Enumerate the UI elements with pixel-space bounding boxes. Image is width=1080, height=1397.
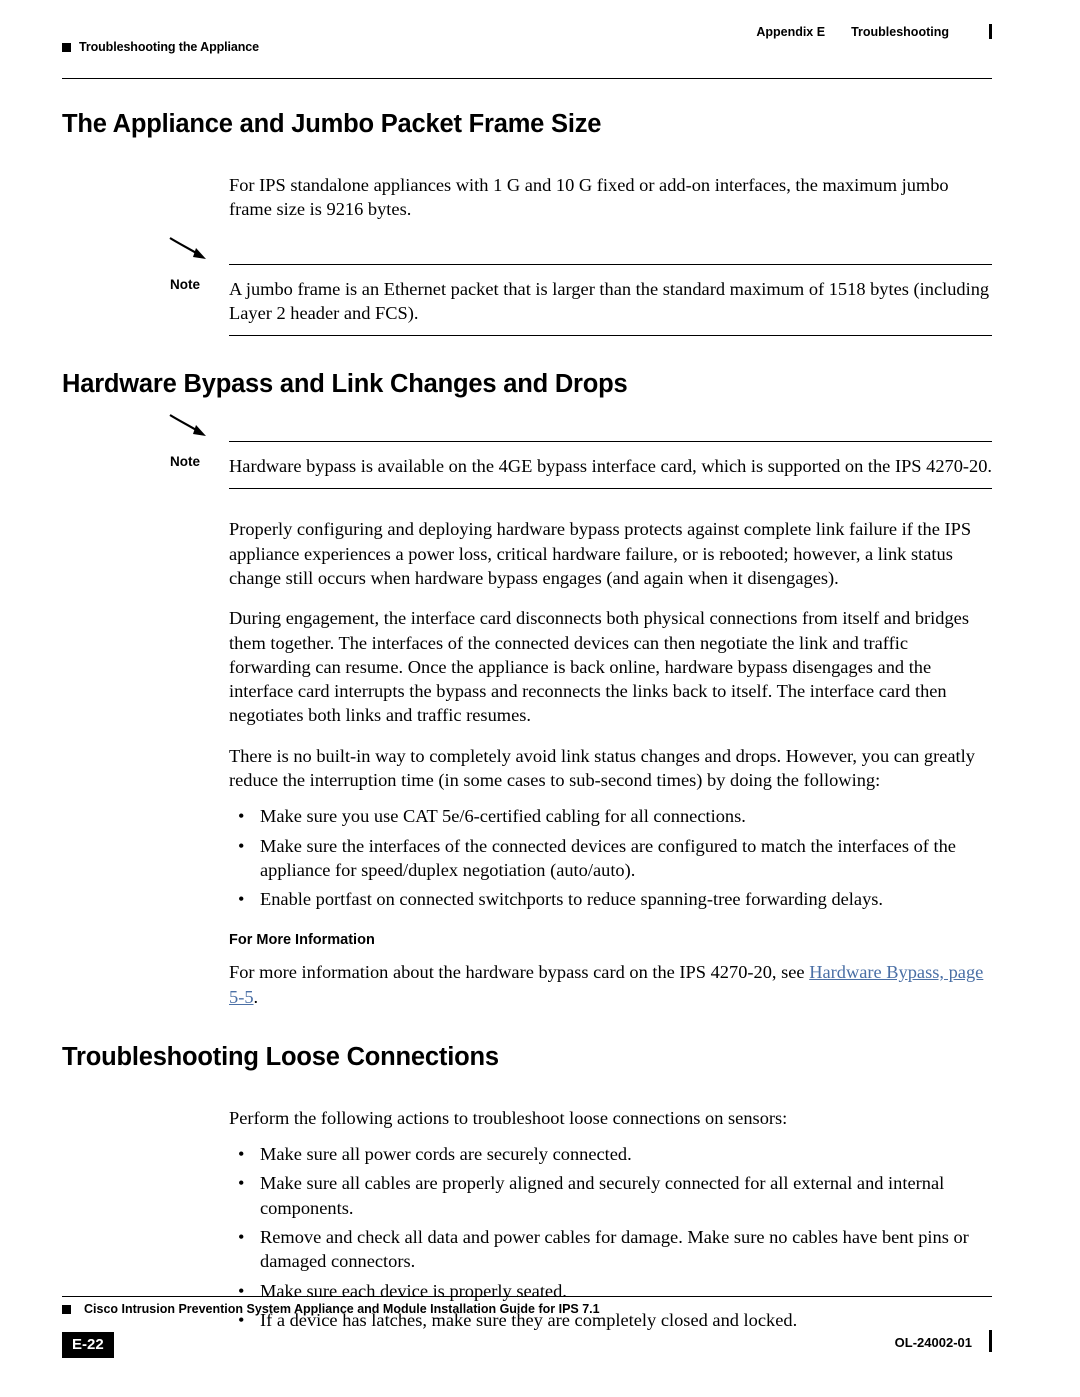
- list-item: • Make sure all power cords are securely…: [229, 1142, 992, 1166]
- note-text-hardware-bypass: Hardware bypass is available on the 4GE …: [229, 456, 993, 477]
- note-text-jumbo: A jumbo frame is an Ethernet packet that…: [229, 278, 990, 323]
- bullet-icon: •: [238, 1280, 245, 1301]
- heading-jumbo-frame-size: The Appliance and Jumbo Packet Frame Siz…: [62, 110, 602, 138]
- header-chapter-label: Troubleshooting the Appliance: [79, 40, 259, 54]
- paragraph-hwbypass-1: Properly configuring and deploying hardw…: [229, 519, 972, 588]
- note-pencil-icon: [169, 414, 206, 437]
- more-info-prefix: For more information about the hardware …: [229, 962, 810, 983]
- list-item: • Make sure all cables are properly alig…: [229, 1171, 992, 1220]
- list-item-label: Make sure each device is properly seated…: [260, 1280, 567, 1301]
- header-left-group: Troubleshooting the Appliance: [62, 40, 259, 54]
- footer-document-title: Cisco Intrusion Prevention System Applia…: [84, 1302, 600, 1316]
- note-box-jumbo: Note A jumbo frame is an Ethernet packet…: [62, 236, 992, 337]
- note-box-hardware-bypass: Note Hardware bypass is available on the…: [62, 414, 993, 490]
- list-item-label: Enable portfast on connected switchports…: [260, 889, 884, 910]
- paragraph-jumbo-intro: For IPS standalone appliances with 1 G a…: [229, 175, 949, 220]
- bullet-icon: •: [238, 806, 245, 827]
- bullet-icon: •: [238, 1173, 245, 1194]
- more-info-suffix: .: [253, 986, 259, 1007]
- list-hwbypass-recommendations: • Make sure you use CAT 5e/6-certified c…: [229, 804, 992, 911]
- list-item-label: Make sure all cables are properly aligne…: [260, 1173, 945, 1218]
- list-item: • Make sure the interfaces of the connec…: [229, 834, 992, 883]
- footer-square-marker-icon: [62, 1305, 71, 1314]
- note-rule-bottom: [229, 335, 992, 337]
- page-header: Troubleshooting the Appliance Appendix E…: [62, 24, 992, 74]
- bullet-icon: •: [238, 1144, 245, 1165]
- list-item: • Remove and check all data and power ca…: [229, 1225, 992, 1274]
- bullet-icon: •: [238, 889, 245, 910]
- list-item: • Make sure each device is properly seat…: [229, 1279, 992, 1303]
- list-item-label: Make sure the interfaces of the connecte…: [260, 835, 956, 880]
- footer-document-id: OL-24002-01: [894, 1335, 972, 1350]
- footer-divider: [62, 1296, 992, 1297]
- note-label-hardware-bypass: Note: [170, 454, 200, 470]
- list-item-label: Make sure all power cords are securely c…: [260, 1144, 632, 1165]
- header-square-marker-icon: [62, 42, 71, 52]
- header-appendix-label: Appendix E: [756, 24, 826, 39]
- paragraph-hwbypass-2: During engagement, the interface card di…: [229, 608, 969, 726]
- note-label-jumbo: Note: [170, 276, 200, 292]
- bullet-icon: •: [238, 835, 245, 856]
- paragraph-hwbypass-3: There is no built-in way to completely a…: [229, 745, 975, 790]
- paragraph-loose-intro: Perform the following actions to trouble…: [229, 1107, 788, 1128]
- header-divider: [62, 78, 992, 79]
- header-bar-marker-icon: [989, 24, 992, 39]
- page-footer: Cisco Intrusion Prevention System Applia…: [62, 1302, 992, 1362]
- list-item-label: Make sure you use CAT 5e/6-certified cab…: [260, 806, 746, 827]
- footer-bar-marker-icon: [989, 1330, 992, 1352]
- footer-page-number: E-22: [62, 1332, 114, 1358]
- list-item-label: Remove and check all data and power cabl…: [260, 1227, 969, 1272]
- bullet-icon: •: [238, 1227, 245, 1248]
- document-page: Troubleshooting the Appliance Appendix E…: [0, 0, 1080, 1397]
- heading-hardware-bypass: Hardware Bypass and Link Changes and Dro…: [62, 370, 628, 399]
- paragraph-more-information: For more information about the hardware …: [229, 960, 992, 1009]
- list-item: • Enable portfast on connected switchpor…: [229, 887, 992, 911]
- heading-troubleshooting-loose-connections: Troubleshooting Loose Connections: [62, 1042, 499, 1071]
- subheading-for-more-information: For More Information: [229, 932, 375, 949]
- header-right-group: Appendix E Troubleshooting: [756, 24, 992, 39]
- note-rule-bottom: [229, 488, 992, 490]
- note-pencil-icon: [169, 236, 206, 259]
- list-item: • Make sure you use CAT 5e/6-certified c…: [229, 804, 992, 828]
- header-section-label: Troubleshooting: [851, 24, 949, 39]
- page-content: The Appliance and Jumbo Packet Frame Siz…: [62, 110, 992, 1337]
